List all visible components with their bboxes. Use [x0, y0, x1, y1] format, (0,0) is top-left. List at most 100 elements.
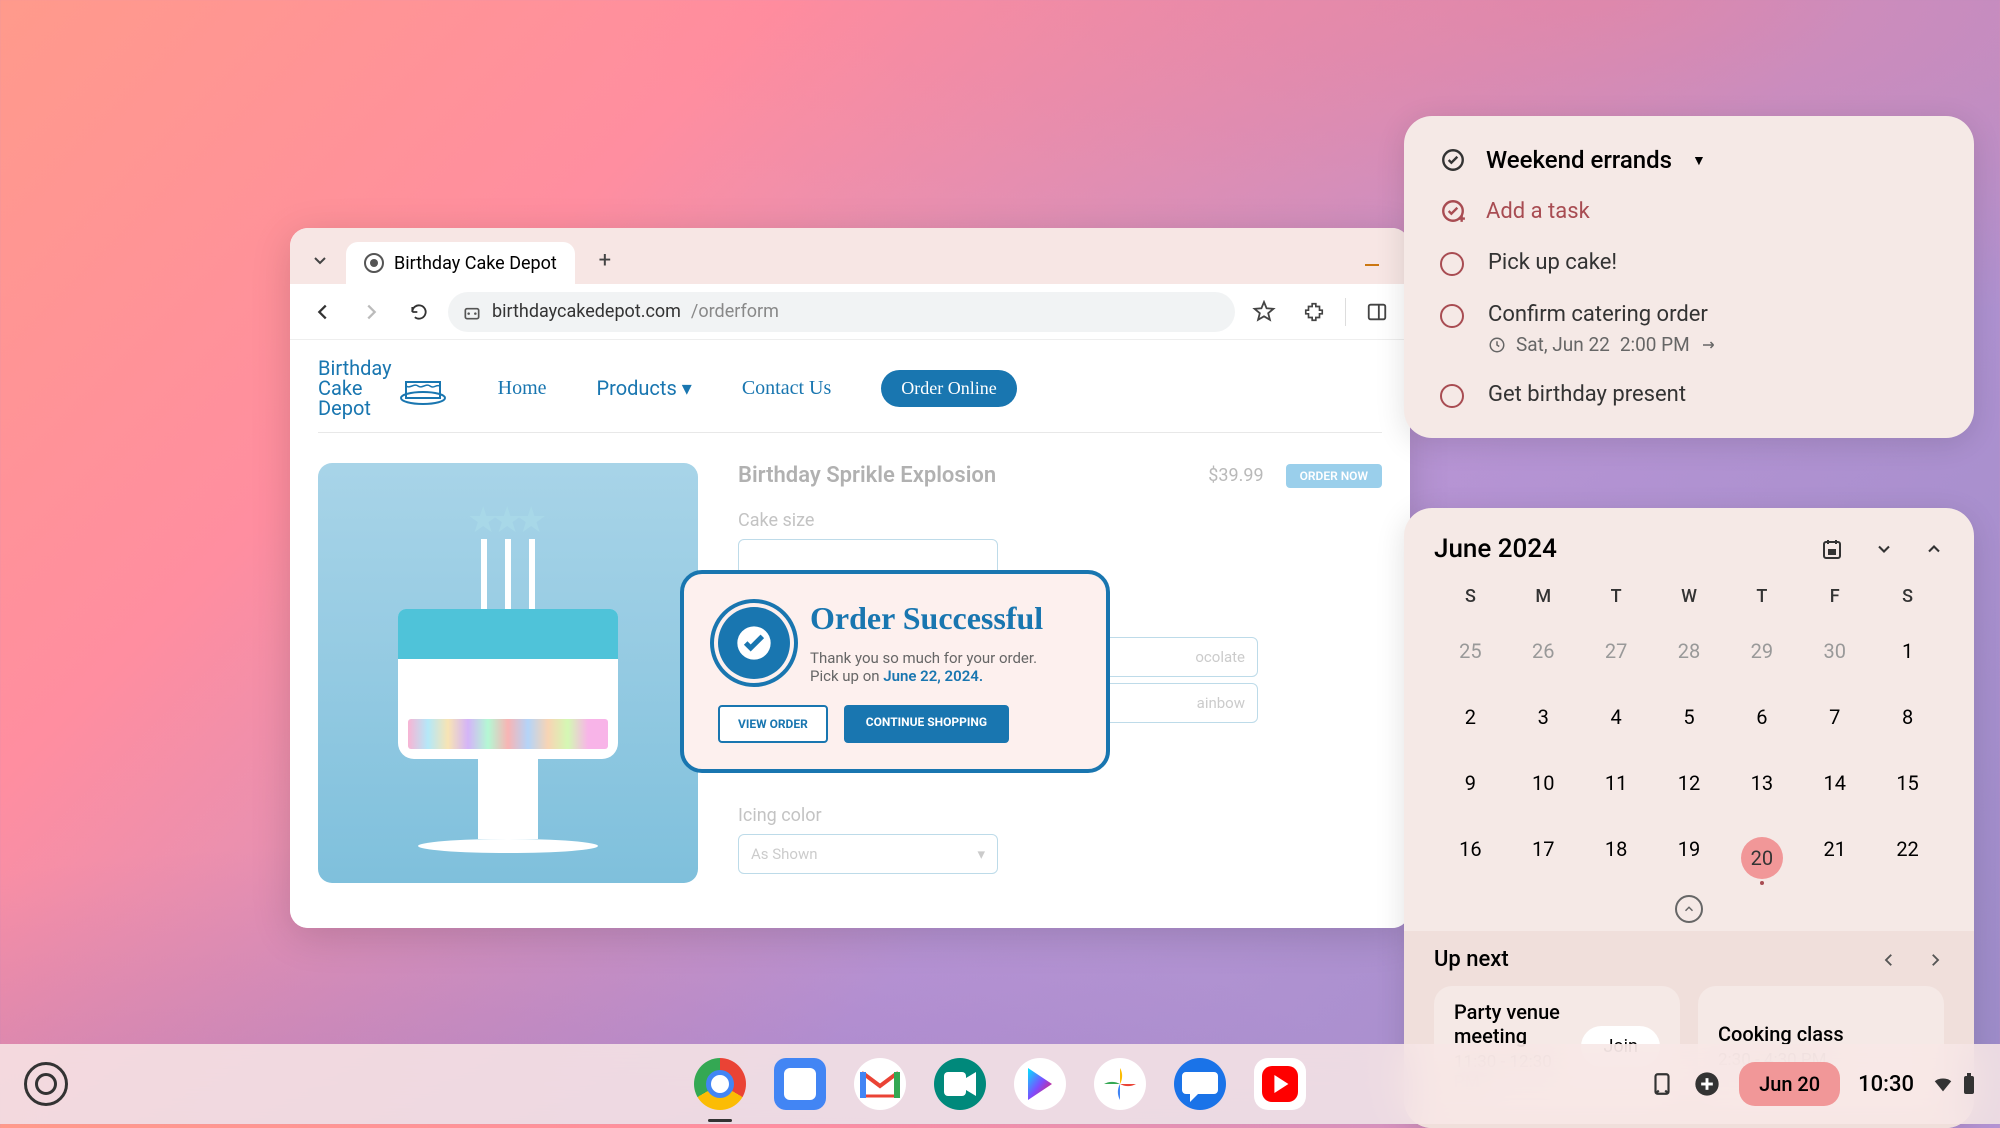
tasks-widget: Weekend errands ▼ Add a task Pick up cak… — [1404, 116, 1974, 438]
calendar-date-cell[interactable]: 8 — [1871, 695, 1944, 739]
calendar-date-cell[interactable]: 4 — [1580, 695, 1653, 739]
icing-color-select[interactable]: As Shown ▾ — [738, 834, 998, 874]
tasks-list-name: Weekend errands — [1486, 146, 1672, 174]
continue-shopping-button[interactable]: CONTINUE SHOPPING — [844, 705, 1009, 743]
up-next-prev[interactable] — [1880, 951, 1898, 969]
tasks-icon — [1440, 147, 1466, 173]
calendar-date-cell[interactable]: 26 — [1507, 629, 1580, 673]
calendar-date-cell[interactable]: 20 — [1725, 827, 1798, 889]
shelf: Jun 20 10:30 — [0, 1044, 2000, 1124]
chevron-down-icon: ▼ — [1692, 152, 1706, 169]
calendar-date-cell[interactable]: 10 — [1507, 761, 1580, 805]
calendar-date-cell[interactable]: 14 — [1798, 761, 1871, 805]
bookmark-star-icon[interactable] — [1245, 293, 1283, 331]
calendar-date-cell[interactable]: 17 — [1507, 827, 1580, 889]
task-checkbox[interactable] — [1440, 304, 1464, 328]
logo-line: Cake — [318, 378, 392, 398]
calendar-date-cell[interactable]: 9 — [1434, 761, 1507, 805]
meet-app-icon[interactable] — [934, 1058, 986, 1110]
play-store-app-icon[interactable] — [1014, 1058, 1066, 1110]
calendar-date-cell[interactable]: 11 — [1580, 761, 1653, 805]
calendar-month-label: June 2024 — [1434, 534, 1557, 564]
calendar-date-cell[interactable]: 3 — [1507, 695, 1580, 739]
calendar-date-cell[interactable]: 25 — [1434, 629, 1507, 673]
task-text: Confirm catering order — [1488, 302, 1718, 327]
chat-app-icon[interactable] — [1174, 1058, 1226, 1110]
launcher-button[interactable] — [24, 1062, 68, 1106]
side-panel-icon[interactable] — [1358, 293, 1396, 331]
calendar-date-cell[interactable]: 18 — [1580, 827, 1653, 889]
reload-button[interactable] — [400, 293, 438, 331]
calendar-date-cell[interactable]: 27 — [1580, 629, 1653, 673]
browser-tab[interactable]: Birthday Cake Depot — [346, 242, 575, 284]
add-task-button[interactable]: Add a task — [1440, 198, 1938, 224]
calendar-date-cell[interactable]: 13 — [1725, 761, 1798, 805]
photos-app-icon[interactable] — [1094, 1058, 1146, 1110]
chrome-app-icon[interactable] — [694, 1058, 746, 1110]
chevron-down-icon: ▾ — [682, 376, 692, 400]
product-image: ★★★ — [318, 463, 698, 883]
task-item[interactable]: Pick up cake! — [1440, 250, 1938, 276]
youtube-app-icon[interactable] — [1254, 1058, 1306, 1110]
repeat-icon — [1700, 336, 1718, 354]
calendar-prev-month[interactable] — [1874, 539, 1894, 559]
quick-settings-add-icon[interactable] — [1693, 1070, 1721, 1098]
nav-home[interactable]: Home — [498, 377, 547, 400]
page-content: Birthday Cake Depot Home Products ▾ Cont… — [290, 340, 1410, 928]
address-bar[interactable]: birthdaycakedepot.com/orderform — [448, 292, 1235, 332]
task-item[interactable]: Confirm catering order Sat, Jun 222:00 PM — [1440, 302, 1938, 356]
shelf-date[interactable]: Jun 20 — [1739, 1062, 1840, 1106]
back-button[interactable] — [304, 293, 342, 331]
up-next-next[interactable] — [1926, 951, 1944, 969]
add-task-label: Add a task — [1486, 199, 1590, 224]
calendar-date-cell[interactable]: 28 — [1653, 629, 1726, 673]
task-item[interactable]: Get birthday present — [1440, 382, 1938, 408]
calendar-date-cell[interactable]: 5 — [1653, 695, 1726, 739]
calendar-date-cell[interactable]: 30 — [1798, 629, 1871, 673]
calendar-date-cell[interactable]: 2 — [1434, 695, 1507, 739]
site-logo[interactable]: Birthday Cake Depot — [318, 358, 448, 418]
calendar-date-cell[interactable]: 19 — [1653, 827, 1726, 889]
task-meta: Sat, Jun 222:00 PM — [1488, 333, 1718, 356]
task-checkbox[interactable] — [1440, 252, 1464, 276]
url-host: birthdaycakedepot.com — [492, 301, 681, 322]
chevron-down-icon: ▾ — [977, 845, 985, 863]
nav-products[interactable]: Products ▾ — [597, 376, 692, 401]
calendar-date-cell[interactable]: 15 — [1871, 761, 1944, 805]
calendar-date-cell[interactable]: 29 — [1725, 629, 1798, 673]
calendar-date-cell[interactable]: 7 — [1798, 695, 1871, 739]
calendar-collapse-button[interactable] — [1675, 895, 1703, 923]
calendar-today-icon[interactable] — [1820, 537, 1844, 561]
calendar-date-cell[interactable]: 1 — [1871, 629, 1944, 673]
calendar-next-month[interactable] — [1924, 539, 1944, 559]
status-icons[interactable] — [1932, 1073, 1976, 1095]
extensions-icon[interactable] — [1295, 293, 1333, 331]
view-order-button[interactable]: VIEW ORDER — [718, 705, 828, 743]
files-app-icon[interactable] — [774, 1058, 826, 1110]
new-tab-button[interactable]: + — [587, 242, 623, 278]
logo-cake-icon — [398, 368, 448, 408]
calendar-date-cell[interactable]: 6 — [1725, 695, 1798, 739]
order-now-button[interactable]: ORDER NOW — [1286, 464, 1382, 488]
calendar-date-cell[interactable]: 12 — [1653, 761, 1726, 805]
task-checkbox[interactable] — [1440, 384, 1464, 408]
gmail-app-icon[interactable] — [854, 1058, 906, 1110]
tabs-dropdown-button[interactable] — [302, 242, 338, 278]
calendar-date-cell[interactable]: 21 — [1798, 827, 1871, 889]
phone-hub-icon[interactable] — [1649, 1071, 1675, 1097]
forward-button[interactable] — [352, 293, 390, 331]
task-text: Pick up cake! — [1488, 250, 1617, 275]
nav-contact[interactable]: Contact Us — [742, 377, 831, 400]
url-path: /orderform — [691, 301, 779, 322]
dow-label: S — [1871, 586, 1944, 607]
shelf-time[interactable]: 10:30 — [1858, 1072, 1914, 1097]
minimize-button[interactable] — [1358, 246, 1386, 274]
dow-label: W — [1653, 586, 1726, 607]
product-price: $39.99 — [1208, 465, 1263, 486]
modal-title: Order Successful — [810, 600, 1043, 637]
order-online-button[interactable]: Order Online — [881, 370, 1016, 407]
calendar-date-cell[interactable]: 16 — [1434, 827, 1507, 889]
site-info-icon[interactable] — [462, 302, 482, 322]
calendar-date-cell[interactable]: 22 — [1871, 827, 1944, 889]
tasks-list-selector[interactable]: Weekend errands ▼ — [1440, 146, 1938, 174]
